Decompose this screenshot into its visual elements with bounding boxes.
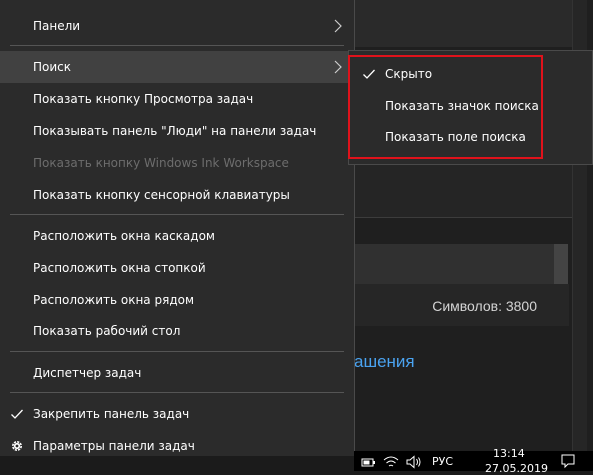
menu-item-label: Показать кнопку Просмотра задач [33,92,254,106]
submenu-item-show-search-box[interactable]: Показать поле поиска [349,121,592,153]
clock-date[interactable]: 27.05.2019 [485,462,548,475]
language-indicator[interactable]: РУС [432,455,453,468]
menu-item-label: Показать кнопку сенсорной клавиатуры [33,188,290,202]
notification-icon[interactable] [560,453,576,469]
menu-separator [10,392,344,393]
submenu-item-label: Показать поле поиска [385,130,526,144]
menu-item-label: Диспетчер задач [33,366,142,380]
menu-separator [10,351,344,352]
menu-item-label: Расположить окна рядом [33,293,195,307]
network-icon[interactable] [383,455,399,469]
menu-item-taskbar-settings[interactable]: Параметры панели задач [0,430,354,462]
menu-item-label: Поиск [33,60,72,74]
menu-item-windows-ink: Показать кнопку Windows Ink Workspace [0,147,354,179]
menu-item-label: Параметры панели задач [33,439,195,453]
submenu-item-show-search-icon[interactable]: Показать значок поиска [349,90,592,122]
checkmark-icon [11,409,23,419]
menu-item-label: Расположить окна каскадом [33,229,215,243]
menu-item-label: Расположить окна стопкой [33,261,206,275]
menu-item-label: Показать кнопку Windows Ink Workspace [33,156,289,170]
menu-item-cascade-windows[interactable]: Расположить окна каскадом [0,220,354,252]
background-panel [354,0,586,47]
search-submenu: Скрыто Показать значок поиска Показать п… [348,50,593,165]
checkmark-icon [363,69,375,79]
menu-item-panels[interactable]: Панели [0,10,354,42]
menu-item-lock-taskbar[interactable]: Закрепить панель задач [0,398,354,430]
menu-item-label: Показать рабочий стол [33,324,181,338]
menu-separator [10,45,344,46]
volume-icon[interactable] [406,455,422,469]
menu-item-label: Закрепить панель задач [33,407,190,421]
menu-item-side-by-side[interactable]: Расположить окна рядом [0,284,354,316]
battery-icon[interactable] [360,455,376,469]
submenu-item-hidden[interactable]: Скрыто [349,58,592,90]
chevron-right-icon [334,60,342,74]
gear-icon [12,441,22,451]
menu-item-label: Показывать панель "Люди" на панели задач [33,124,317,138]
menu-item-label: Панели [33,19,81,33]
submenu-item-label: Показать значок поиска [385,99,539,113]
submenu-item-label: Скрыто [385,67,433,81]
taskbar-context-menu: Панели Поиск Показать кнопку Просмотра з… [0,0,355,456]
chevron-right-icon [334,19,342,33]
menu-separator [10,214,344,215]
background-divider [354,217,586,218]
menu-item-task-view-button[interactable]: Показать кнопку Просмотра задач [0,83,354,115]
clock-time[interactable]: 13:14 [493,447,525,460]
menu-item-stack-windows[interactable]: Расположить окна стопкой [0,252,354,284]
background-panel [354,160,586,217]
background-text-input[interactable] [354,244,568,284]
background-link[interactable]: ашения [354,352,415,372]
menu-item-task-manager[interactable]: Диспетчер задач [0,357,354,389]
menu-item-show-desktop[interactable]: Показать рабочий стол [0,315,354,347]
menu-item-people-panel[interactable]: Показывать панель "Люди" на панели задач [0,115,354,147]
character-counter: Символов: 3800 [432,298,537,314]
menu-item-search[interactable]: Поиск [0,51,354,83]
menu-item-touch-keyboard[interactable]: Показать кнопку сенсорной клавиатуры [0,179,354,211]
